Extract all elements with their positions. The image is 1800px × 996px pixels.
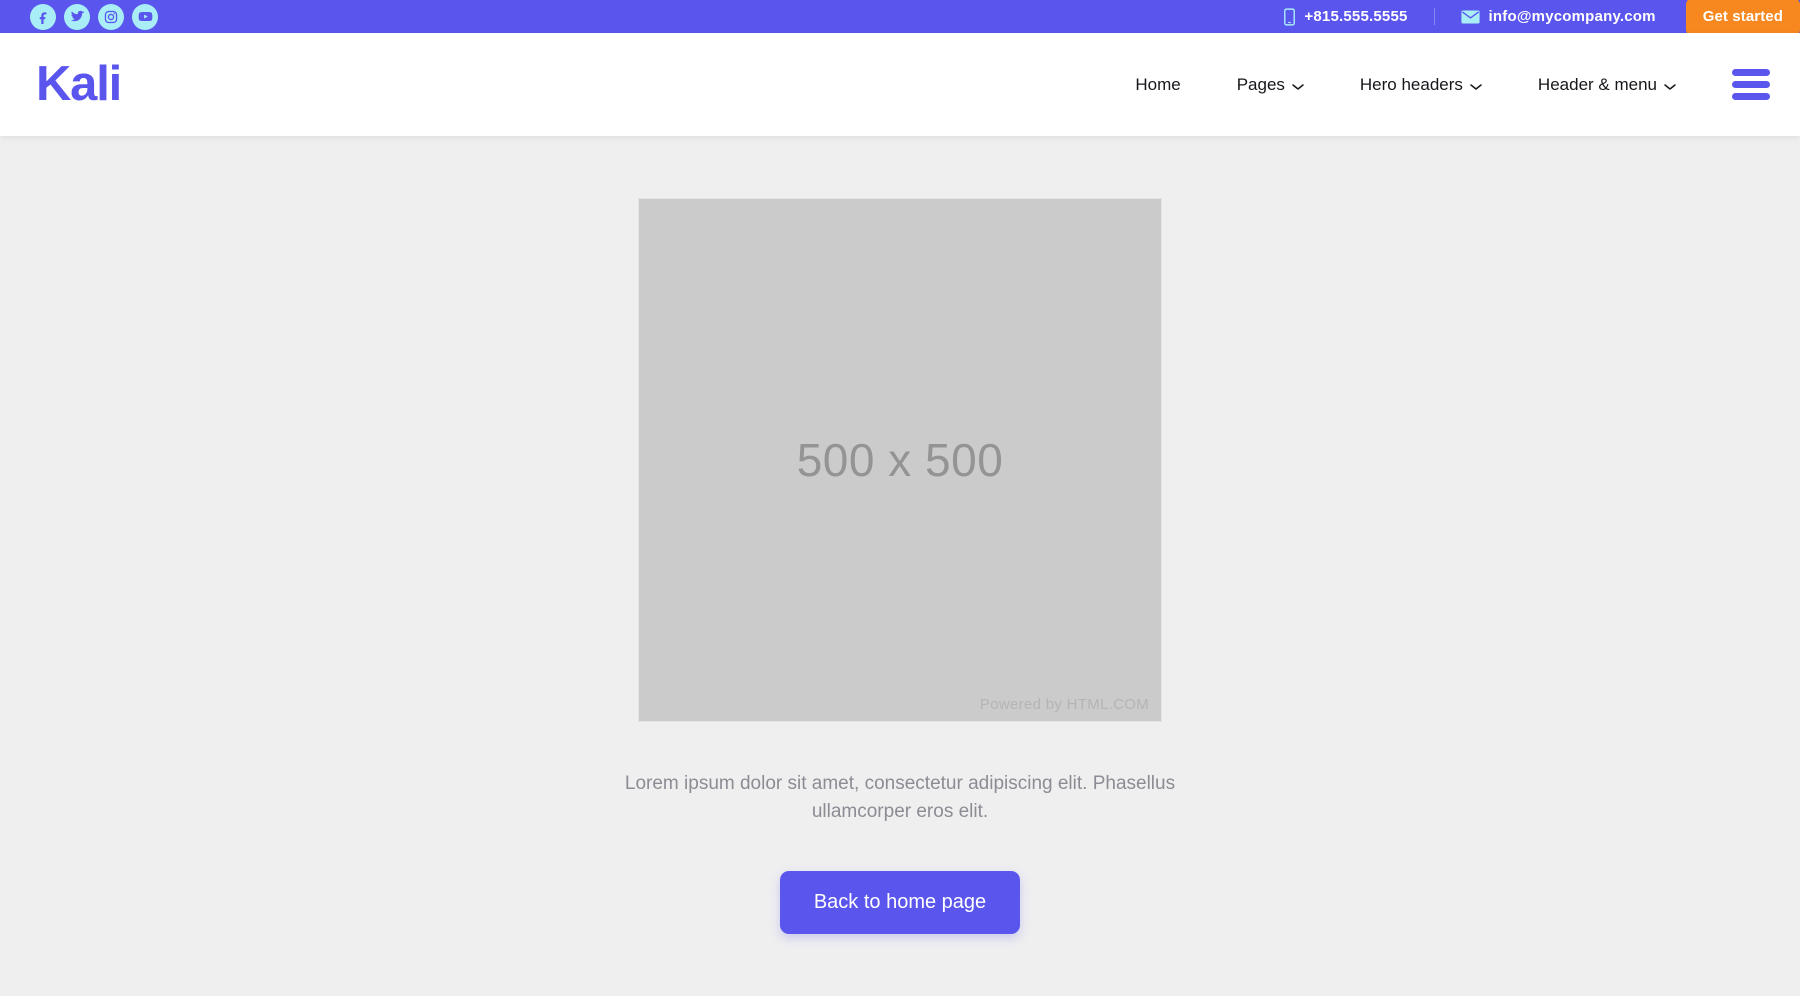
mobile-phone-glyph (1284, 7, 1296, 26)
nav-item-pages[interactable]: Pages (1209, 74, 1332, 96)
placeholder-credit: Powered by HTML.COM (979, 696, 1149, 713)
email-contact[interactable]: info@mycompany.com (1460, 8, 1656, 25)
nav-label-hero-headers: Hero headers (1359, 74, 1463, 94)
twitter-icon[interactable] (64, 3, 90, 30)
instagram-icon[interactable] (98, 3, 124, 30)
main-content: 500 x 500 Powered by HTML.COM Lorem ipsu… (0, 136, 1800, 996)
hamburger-icon[interactable] (1732, 69, 1770, 100)
nav-item-header-menu[interactable]: Header & menu (1510, 74, 1704, 96)
main-navigation: Home Pages Hero headers Header & menu (1107, 69, 1770, 100)
hamburger-bar (1732, 93, 1770, 100)
instagram-glyph (104, 10, 118, 23)
nav-item-home[interactable]: Home (1107, 75, 1208, 95)
placeholder-size-label: 500 x 500 (796, 434, 1004, 486)
contact-divider (1433, 8, 1435, 25)
chevron-down-icon (1664, 76, 1676, 96)
lead-paragraph: Lorem ipsum dolor sit amet, consectetur … (624, 773, 1176, 822)
facebook-glyph (39, 12, 46, 24)
facebook-icon[interactable] (30, 3, 56, 30)
envelope-glyph (1460, 10, 1480, 23)
topbar-contact-group: +815.555.5555 info@mycompany.com Get sta… (1284, 0, 1800, 35)
hamburger-bar (1732, 69, 1770, 76)
nav-label-header-menu: Header & menu (1537, 74, 1657, 94)
nav-label-pages: Pages (1236, 74, 1285, 94)
placeholder-image: 500 x 500 Powered by HTML.COM (638, 198, 1162, 722)
hamburger-bar (1732, 81, 1770, 88)
back-to-home-button[interactable]: Back to home page (779, 871, 1021, 935)
youtube-glyph (138, 12, 152, 21)
envelope-icon (1460, 10, 1480, 24)
youtube-icon[interactable] (132, 3, 158, 30)
site-header: Kali Home Pages Hero headers Header & me… (0, 33, 1800, 136)
social-links (30, 3, 158, 30)
mobile-phone-icon (1284, 7, 1296, 26)
phone-number: +815.555.5555 (1304, 8, 1408, 25)
top-utility-bar: +815.555.5555 info@mycompany.com Get sta… (0, 0, 1800, 35)
chevron-down-icon (1292, 76, 1304, 96)
get-started-button[interactable]: Get started (1685, 0, 1800, 35)
site-logo[interactable]: Kali (36, 60, 122, 109)
nav-item-hero-headers[interactable]: Hero headers (1332, 74, 1510, 96)
phone-contact[interactable]: +815.555.5555 (1284, 7, 1408, 26)
nav-label-home: Home (1135, 74, 1181, 94)
twitter-glyph (70, 10, 84, 22)
chevron-down-icon (1470, 76, 1482, 96)
email-address: info@mycompany.com (1488, 8, 1656, 25)
